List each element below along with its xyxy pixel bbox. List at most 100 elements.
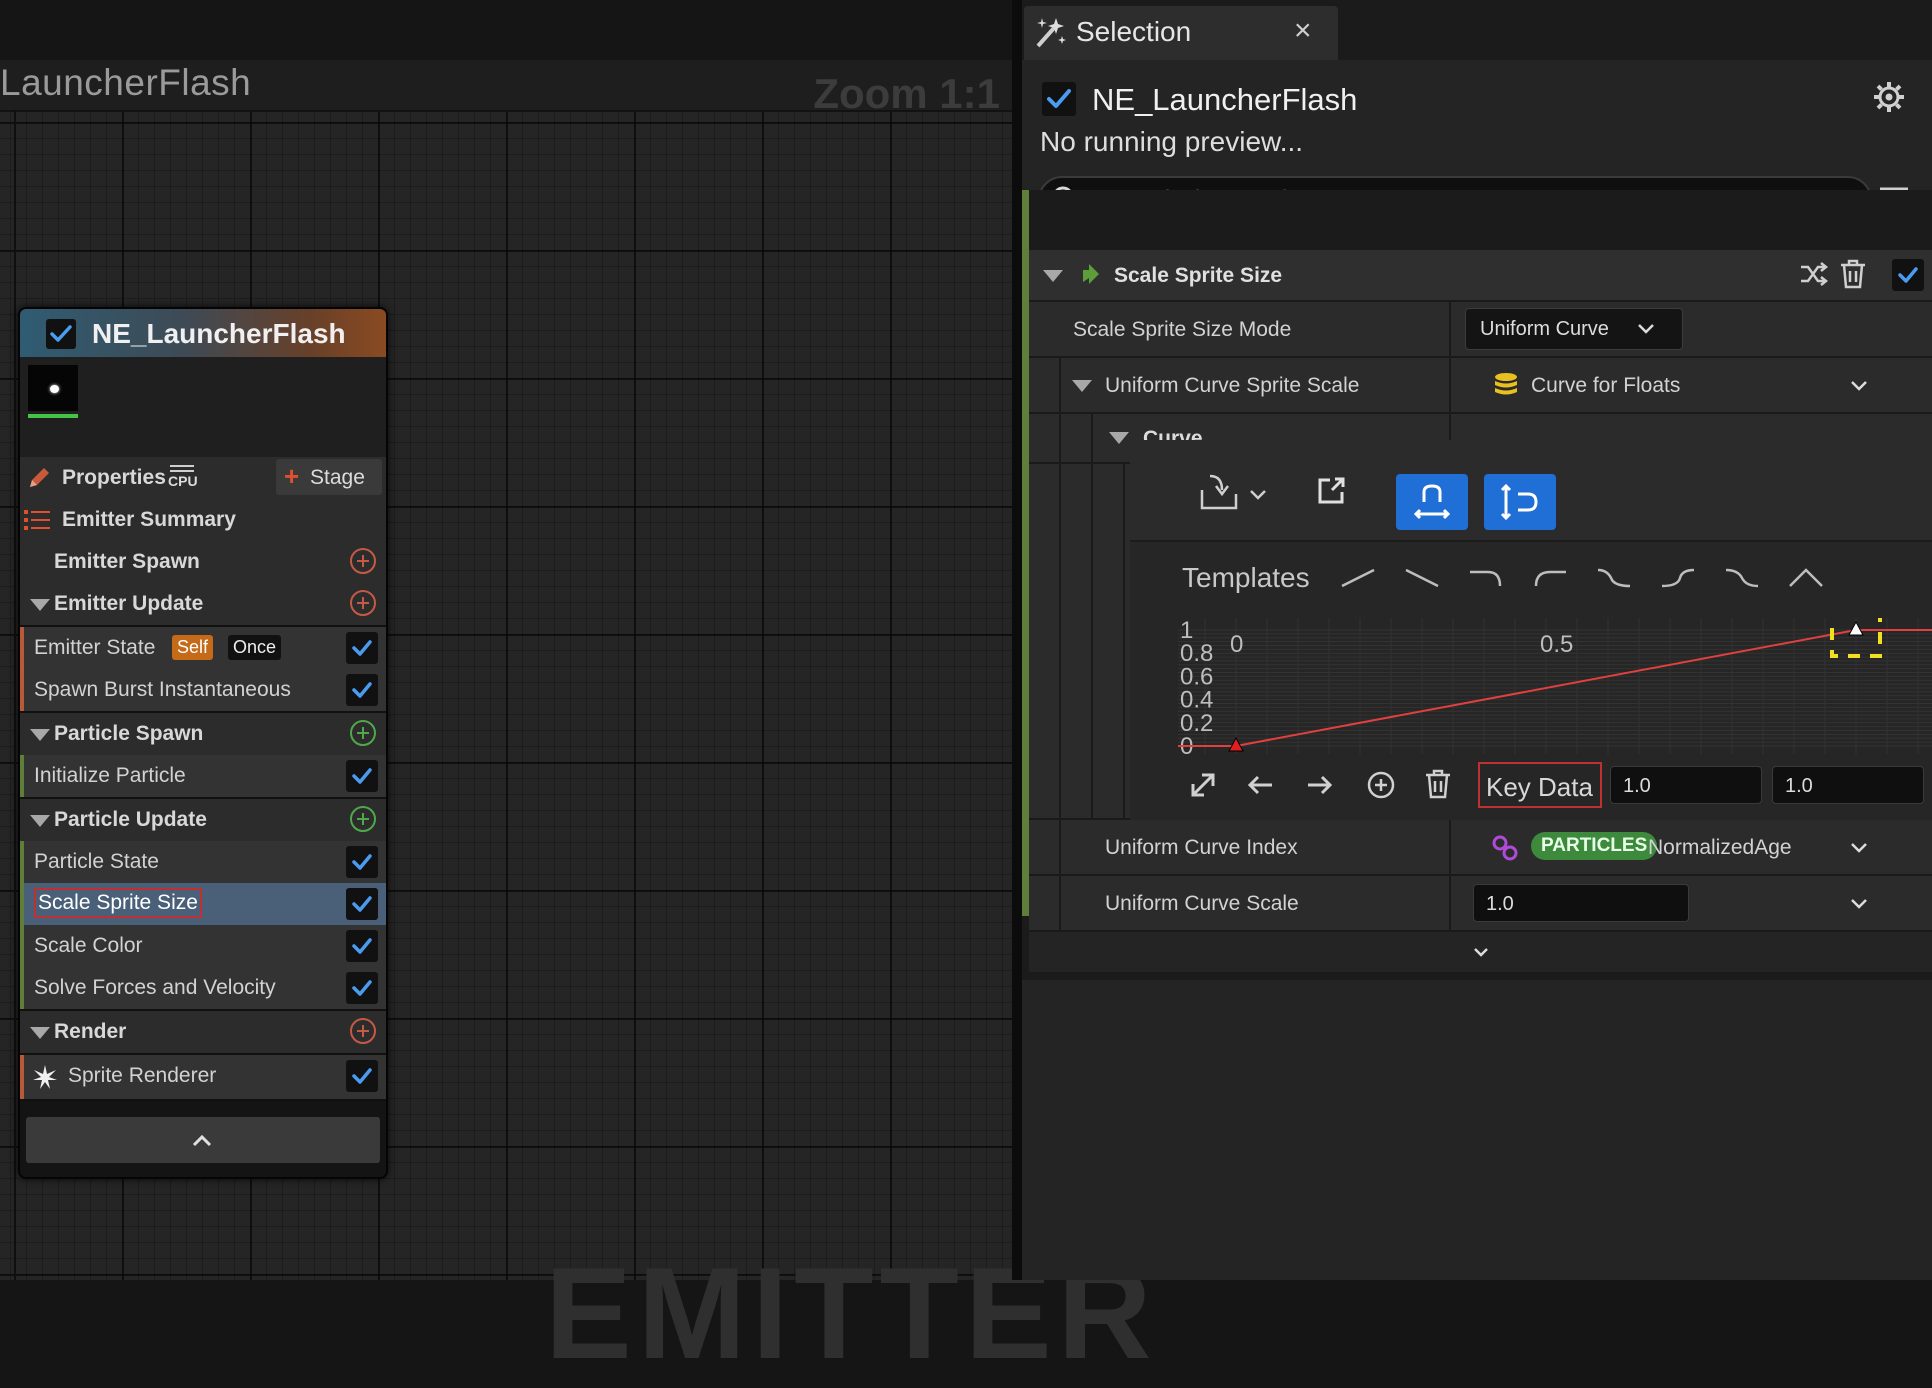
object-enabled-checkbox[interactable] <box>1042 82 1076 116</box>
chevron-down-icon[interactable] <box>1849 896 1869 912</box>
curve-scale-input[interactable]: 1.0 <box>1473 884 1689 922</box>
module-stripe <box>20 883 24 925</box>
row-label: Spawn Burst Instantaneous <box>34 678 291 701</box>
emitter-thumbnail[interactable] <box>28 365 78 411</box>
add-module-button[interactable] <box>350 1018 376 1044</box>
uniform-curve-sprite-scale-row: Uniform Curve Sprite Scale Curve for Flo… <box>1029 358 1932 414</box>
curve-import-icon[interactable] <box>1198 472 1242 512</box>
module-enabled-checkbox[interactable] <box>346 1060 378 1092</box>
emitter-enabled-checkbox[interactable] <box>46 319 76 349</box>
curve-graph[interactable]: 1 0.8 0.6 0.4 0.2 0 0 0.5 <box>1178 618 1932 754</box>
section-row-render[interactable]: Render <box>20 1011 386 1055</box>
chevron-down-icon[interactable] <box>1849 378 1869 394</box>
emitter-node[interactable]: NE_LauncherFlash Properties CPU + Stage … <box>18 307 388 1179</box>
curve-editor: Templates 1 0.8 0.6 0.4 0.2 0 0 0.5 Key Data 1.… <box>1130 440 1932 820</box>
emitter-thumbnail-area <box>20 357 386 457</box>
chevron-down-icon[interactable] <box>1849 840 1869 856</box>
link-icon <box>1491 834 1519 862</box>
module-stripe <box>20 1055 24 1099</box>
curve-sprite-scale-label: Uniform Curve Sprite Scale <box>1105 374 1360 397</box>
collapse-arrow-icon[interactable] <box>30 815 50 827</box>
stage-label: Stage <box>310 466 365 489</box>
template-smooth-rise-icon[interactable] <box>1658 566 1698 590</box>
trash-icon[interactable] <box>1839 258 1867 290</box>
module-header-row[interactable]: Scale Sprite Size <box>1029 250 1932 302</box>
collapse-arrow-icon[interactable] <box>1043 270 1063 282</box>
snap-vertical-button[interactable] <box>1484 474 1556 530</box>
row-label: Sprite Renderer <box>68 1064 217 1087</box>
add-module-button[interactable] <box>350 548 376 574</box>
shuffle-icon[interactable] <box>1799 260 1829 288</box>
open-external-icon[interactable] <box>1316 476 1346 506</box>
module-row-scale-color[interactable]: Scale Color <box>20 925 386 969</box>
y-tick-label: 0 <box>1180 733 1193 754</box>
add-stage-button[interactable]: + Stage <box>276 459 382 495</box>
section-row-particle-update[interactable]: Particle Update <box>20 799 386 843</box>
module-enabled-checkbox[interactable] <box>346 760 378 792</box>
key-time-value: 1.0 <box>1623 775 1651 797</box>
mode-dropdown[interactable]: Uniform Curve <box>1465 308 1683 350</box>
module-icon <box>1079 262 1101 286</box>
module-enabled-checkbox[interactable] <box>1892 259 1924 291</box>
trash-icon[interactable] <box>1424 768 1452 800</box>
module-enabled-checkbox[interactable] <box>346 846 378 878</box>
template-linear-up-icon[interactable] <box>1338 566 1378 590</box>
template-linear-down-icon[interactable] <box>1402 566 1442 590</box>
collapse-arrow-icon[interactable] <box>1072 380 1092 392</box>
properties-row[interactable]: Properties CPU + Stage <box>20 457 386 501</box>
magnet-vertical-icon <box>1500 483 1538 521</box>
curve-index-value: NormalizedAge <box>1648 836 1792 859</box>
module-row-particle-state[interactable]: Particle State <box>20 841 386 885</box>
gear-icon[interactable] <box>1872 80 1906 114</box>
add-key-icon[interactable] <box>1366 770 1396 800</box>
curve-type-label: Curve for Floats <box>1531 374 1681 397</box>
arrow-left-icon[interactable] <box>1246 772 1276 798</box>
node-graph-canvas[interactable]: LauncherFlash Zoom 1:1 EMITTER NE_Launch… <box>0 0 1152 1386</box>
chevron-down-icon[interactable] <box>1472 946 1490 960</box>
key-data-highlight: Key Data <box>1478 762 1602 808</box>
module-enabled-checkbox[interactable] <box>346 972 378 1004</box>
module-enabled-checkbox[interactable] <box>346 674 378 706</box>
template-peak-icon[interactable] <box>1786 566 1826 590</box>
key-time-input[interactable]: 1.0 <box>1610 766 1762 804</box>
collapse-arrow-icon[interactable] <box>30 599 50 611</box>
add-module-button[interactable] <box>350 806 376 832</box>
section-row-emitter-update[interactable]: Emitter Update <box>20 583 386 627</box>
module-row-solve-forces-and-velocity[interactable]: Solve Forces and Velocity <box>20 967 386 1011</box>
x-tick-label: 0.5 <box>1540 631 1573 658</box>
template-ease-in-rise-icon[interactable] <box>1530 566 1570 590</box>
collapse-node-button[interactable] <box>26 1117 380 1163</box>
add-module-button[interactable] <box>350 720 376 746</box>
section-row-particle-spawn[interactable]: Particle Spawn <box>20 713 386 757</box>
template-smooth-fall-icon[interactable] <box>1722 566 1762 590</box>
row-label: Initialize Particle <box>34 764 186 787</box>
fit-view-icon[interactable] <box>1188 770 1218 800</box>
module-enabled-checkbox[interactable] <box>346 888 378 920</box>
row-label: Particle State <box>34 850 159 873</box>
module-row-emitter-state[interactable]: Emitter State Self Once <box>20 627 386 671</box>
add-module-button[interactable] <box>350 590 376 616</box>
panel-splitter[interactable] <box>1012 0 1022 1280</box>
module-row-scale-sprite-size[interactable]: Scale Sprite Size <box>20 883 386 927</box>
curve-index-label: Uniform Curve Index <box>1105 836 1298 859</box>
module-row-initialize-particle[interactable]: Initialize Particle <box>20 755 386 799</box>
key-value-input[interactable]: 1.0 <box>1772 766 1924 804</box>
collapse-arrow-icon[interactable] <box>30 729 50 741</box>
chevron-down-icon[interactable] <box>1248 488 1268 502</box>
section-row-emitter-summary[interactable]: Emitter Summary <box>20 499 386 543</box>
section-row-emitter-spawn[interactable]: Emitter Spawn <box>20 541 386 585</box>
emitter-node-header[interactable]: NE_LauncherFlash <box>20 309 386 359</box>
collapse-arrow-icon[interactable] <box>30 1027 50 1039</box>
module-row-sprite-renderer[interactable]: Sprite Renderer <box>20 1055 386 1101</box>
show-advanced-row[interactable] <box>1029 932 1932 974</box>
module-enabled-checkbox[interactable] <box>346 632 378 664</box>
snap-horizontal-button[interactable] <box>1396 474 1468 530</box>
collapse-arrow-icon[interactable] <box>1109 432 1129 444</box>
template-decay-icon[interactable] <box>1594 566 1634 590</box>
close-icon[interactable]: × <box>1294 14 1312 48</box>
module-enabled-checkbox[interactable] <box>346 930 378 962</box>
template-ease-out-drop-icon[interactable] <box>1466 566 1506 590</box>
arrow-right-icon[interactable] <box>1304 772 1334 798</box>
module-row-spawn-burst-instantaneous[interactable]: Spawn Burst Instantaneous <box>20 669 386 713</box>
tab-selection[interactable]: Selection × <box>1024 6 1338 60</box>
